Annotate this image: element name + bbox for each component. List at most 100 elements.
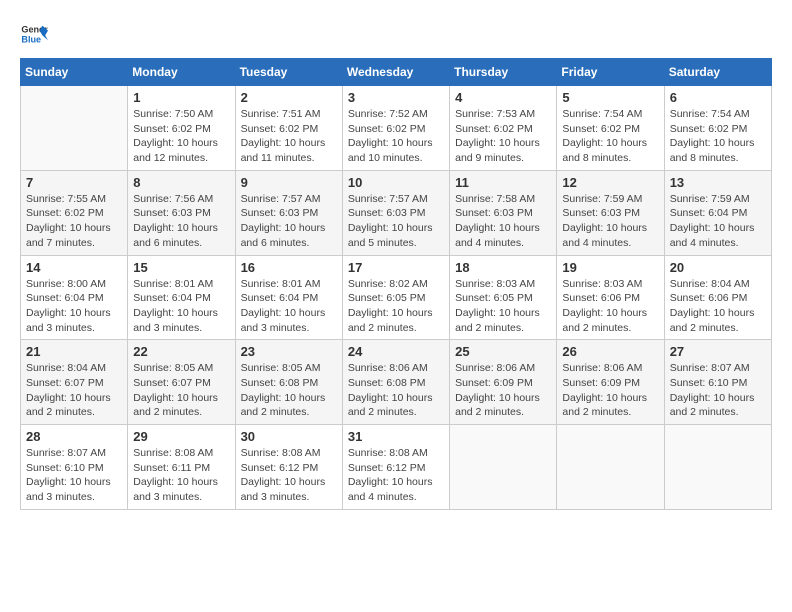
calendar-week-row: 28 Sunrise: 8:07 AMSunset: 6:10 PMDayligh… — [21, 425, 772, 510]
day-number: 5 — [562, 90, 658, 105]
day-number: 31 — [348, 429, 444, 444]
day-info: Sunrise: 8:02 AMSunset: 6:05 PMDaylight:… — [348, 277, 444, 336]
day-number: 1 — [133, 90, 229, 105]
day-number: 23 — [241, 344, 337, 359]
day-info: Sunrise: 8:03 AMSunset: 6:06 PMDaylight:… — [562, 277, 658, 336]
day-number: 16 — [241, 260, 337, 275]
day-info: Sunrise: 8:08 AMSunset: 6:12 PMDaylight:… — [241, 446, 337, 505]
day-number: 27 — [670, 344, 766, 359]
day-info: Sunrise: 7:56 AMSunset: 6:03 PMDaylight:… — [133, 192, 229, 251]
weekday-header: Saturday — [664, 59, 771, 86]
day-info: Sunrise: 7:50 AMSunset: 6:02 PMDaylight:… — [133, 107, 229, 166]
day-info: Sunrise: 8:06 AMSunset: 6:09 PMDaylight:… — [455, 361, 551, 420]
weekday-header: Thursday — [450, 59, 557, 86]
day-info: Sunrise: 7:51 AMSunset: 6:02 PMDaylight:… — [241, 107, 337, 166]
svg-text:Blue: Blue — [21, 34, 41, 44]
calendar-cell: 29Sunrise: 8:08 AMSunset: 6:11 PMDayligh… — [128, 425, 235, 510]
calendar-cell: 12 Sunrise: 7:59 AMSunset: 6:03 PMDayligh… — [557, 170, 664, 255]
day-number: 24 — [348, 344, 444, 359]
day-info: Sunrise: 8:07 AMSunset: 6:10 PMDaylight:… — [26, 446, 122, 505]
calendar-cell: 7Sunrise: 7:55 AMSunset: 6:02 PMDaylight… — [21, 170, 128, 255]
calendar-cell: 6Sunrise: 7:54 AMSunset: 6:02 PMDaylight… — [664, 86, 771, 171]
day-number: 3 — [348, 90, 444, 105]
day-info: Sunrise: 8:07 AMSunset: 6:10 PMDaylight:… — [670, 361, 766, 420]
day-info: Sunrise: 7:57 AMSunset: 6:03 PMDaylight:… — [241, 192, 337, 251]
calendar-cell: 2 Sunrise: 7:51 AMSunset: 6:02 PMDaylight… — [235, 86, 342, 171]
calendar-week-row: 21 Sunrise: 8:04 AMSunset: 6:07 PMDayligh… — [21, 340, 772, 425]
calendar-cell: 24 Sunrise: 8:06 AMSunset: 6:08 PMDayligh… — [342, 340, 449, 425]
weekday-header: Monday — [128, 59, 235, 86]
day-number: 13 — [670, 175, 766, 190]
calendar-cell: 11 Sunrise: 7:58 AMSunset: 6:03 PMDayligh… — [450, 170, 557, 255]
day-number: 21 — [26, 344, 122, 359]
calendar-cell: 27 Sunrise: 8:07 AMSunset: 6:10 PMDayligh… — [664, 340, 771, 425]
calendar-cell: 16 Sunrise: 8:01 AMSunset: 6:04 PMDayligh… — [235, 255, 342, 340]
calendar-cell: 3 Sunrise: 7:52 AMSunset: 6:02 PMDaylight… — [342, 86, 449, 171]
calendar-week-row: 7Sunrise: 7:55 AMSunset: 6:02 PMDaylight… — [21, 170, 772, 255]
day-info: Sunrise: 8:01 AMSunset: 6:04 PMDaylight:… — [241, 277, 337, 336]
calendar-cell — [450, 425, 557, 510]
day-info: Sunrise: 8:04 AMSunset: 6:07 PMDaylight:… — [26, 361, 122, 420]
calendar-cell: 8 Sunrise: 7:56 AMSunset: 6:03 PMDaylight… — [128, 170, 235, 255]
day-info: Sunrise: 7:54 AMSunset: 6:02 PMDaylight:… — [562, 107, 658, 166]
calendar-week-row: 14 Sunrise: 8:00 AMSunset: 6:04 PMDayligh… — [21, 255, 772, 340]
calendar-cell: 28 Sunrise: 8:07 AMSunset: 6:10 PMDayligh… — [21, 425, 128, 510]
calendar-header-row: SundayMondayTuesdayWednesdayThursdayFrid… — [21, 59, 772, 86]
calendar-cell: 4Sunrise: 7:53 AMSunset: 6:02 PMDaylight… — [450, 86, 557, 171]
day-info: Sunrise: 7:52 AMSunset: 6:02 PMDaylight:… — [348, 107, 444, 166]
day-info: Sunrise: 8:04 AMSunset: 6:06 PMDaylight:… — [670, 277, 766, 336]
calendar-cell — [664, 425, 771, 510]
day-info: Sunrise: 8:01 AMSunset: 6:04 PMDaylight:… — [133, 277, 229, 336]
day-info: Sunrise: 8:06 AMSunset: 6:09 PMDaylight:… — [562, 361, 658, 420]
day-info: Sunrise: 8:00 AMSunset: 6:04 PMDaylight:… — [26, 277, 122, 336]
page-header: General Blue — [20, 20, 772, 48]
day-info: Sunrise: 8:05 AMSunset: 6:08 PMDaylight:… — [241, 361, 337, 420]
day-number: 29 — [133, 429, 229, 444]
day-info: Sunrise: 8:03 AMSunset: 6:05 PMDaylight:… — [455, 277, 551, 336]
day-number: 25 — [455, 344, 551, 359]
day-number: 18 — [455, 260, 551, 275]
day-number: 11 — [455, 175, 551, 190]
day-info: Sunrise: 7:54 AMSunset: 6:02 PMDaylight:… — [670, 107, 766, 166]
day-number: 22 — [133, 344, 229, 359]
day-number: 17 — [348, 260, 444, 275]
calendar-cell: 18 Sunrise: 8:03 AMSunset: 6:05 PMDayligh… — [450, 255, 557, 340]
day-number: 26 — [562, 344, 658, 359]
day-info: Sunrise: 7:57 AMSunset: 6:03 PMDaylight:… — [348, 192, 444, 251]
day-info: Sunrise: 7:59 AMSunset: 6:04 PMDaylight:… — [670, 192, 766, 251]
day-info: Sunrise: 8:05 AMSunset: 6:07 PMDaylight:… — [133, 361, 229, 420]
day-number: 9 — [241, 175, 337, 190]
calendar-cell: 23 Sunrise: 8:05 AMSunset: 6:08 PMDayligh… — [235, 340, 342, 425]
logo: General Blue — [20, 20, 50, 48]
calendar-cell: 17 Sunrise: 8:02 AMSunset: 6:05 PMDayligh… — [342, 255, 449, 340]
day-info: Sunrise: 7:58 AMSunset: 6:03 PMDaylight:… — [455, 192, 551, 251]
day-number: 14 — [26, 260, 122, 275]
calendar-cell: 31 Sunrise: 8:08 AMSunset: 6:12 PMDayligh… — [342, 425, 449, 510]
calendar-cell: 1 Sunrise: 7:50 AMSunset: 6:02 PMDaylight… — [128, 86, 235, 171]
weekday-header: Wednesday — [342, 59, 449, 86]
day-number: 7 — [26, 175, 122, 190]
calendar-cell: 20Sunrise: 8:04 AMSunset: 6:06 PMDayligh… — [664, 255, 771, 340]
day-info: Sunrise: 8:08 AMSunset: 6:12 PMDaylight:… — [348, 446, 444, 505]
calendar-cell: 26 Sunrise: 8:06 AMSunset: 6:09 PMDayligh… — [557, 340, 664, 425]
calendar-cell: 25 Sunrise: 8:06 AMSunset: 6:09 PMDayligh… — [450, 340, 557, 425]
weekday-header: Sunday — [21, 59, 128, 86]
calendar-cell: 19Sunrise: 8:03 AMSunset: 6:06 PMDayligh… — [557, 255, 664, 340]
weekday-header: Friday — [557, 59, 664, 86]
day-number: 8 — [133, 175, 229, 190]
calendar-cell: 22 Sunrise: 8:05 AMSunset: 6:07 PMDayligh… — [128, 340, 235, 425]
logo-icon: General Blue — [20, 20, 48, 48]
calendar-cell: 5 Sunrise: 7:54 AMSunset: 6:02 PMDaylight… — [557, 86, 664, 171]
calendar-cell: 13 Sunrise: 7:59 AMSunset: 6:04 PMDayligh… — [664, 170, 771, 255]
calendar-cell: 30 Sunrise: 8:08 AMSunset: 6:12 PMDayligh… — [235, 425, 342, 510]
calendar-cell — [21, 86, 128, 171]
day-number: 30 — [241, 429, 337, 444]
day-number: 28 — [26, 429, 122, 444]
day-number: 4 — [455, 90, 551, 105]
day-info: Sunrise: 7:59 AMSunset: 6:03 PMDaylight:… — [562, 192, 658, 251]
weekday-header: Tuesday — [235, 59, 342, 86]
day-info: Sunrise: 8:06 AMSunset: 6:08 PMDaylight:… — [348, 361, 444, 420]
day-number: 12 — [562, 175, 658, 190]
day-number: 2 — [241, 90, 337, 105]
calendar-cell: 15Sunrise: 8:01 AMSunset: 6:04 PMDayligh… — [128, 255, 235, 340]
